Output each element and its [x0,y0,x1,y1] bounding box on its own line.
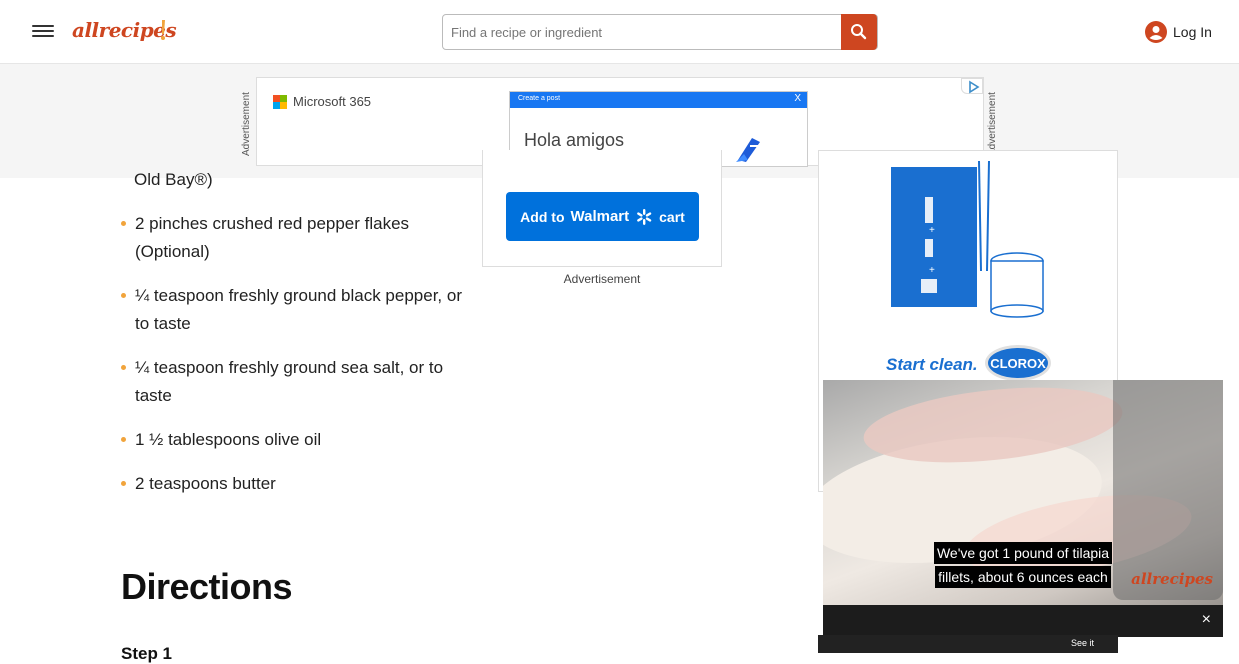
ingredient-partial: Old Bay®) [134,170,213,189]
search-button[interactable] [841,14,877,50]
clorox-product-panel: + + [891,167,977,307]
bullet-icon [121,365,126,370]
microsoft-logo: Microsoft 365 [273,94,371,109]
video-caption: We've got 1 pound of tilapia fillets, ab… [927,542,1119,590]
search-icon [851,24,867,40]
video-watermark: allrecipes [1131,570,1213,588]
microsoft-brand: Microsoft 365 [293,94,372,109]
walmart-spark-icon [637,208,652,225]
add-to-label: Add to [520,208,565,225]
ingredient-item: 2 pinches crushed red pepper flakes (Opt… [121,210,471,266]
designer-logo-icon [736,138,760,162]
ingredient-text: 2 teaspoons butter [135,474,276,493]
ingredient-text: ¼ teaspoon freshly ground black pepper, … [135,286,462,333]
login-button[interactable]: Log In [1145,21,1212,43]
login-label: Log In [1173,24,1212,40]
walmart-widget: Add to Walmart cart [482,150,722,267]
microsoft-windows-icon [273,94,287,109]
step-label: Step 1 [121,644,173,663]
svg-text:+: + [929,265,935,276]
floating-video-player[interactable]: We've got 1 pound of tilapia fillets, ab… [823,380,1223,637]
ad-label-right: Advertisement [987,92,998,156]
walmart-brand: Walmart [570,208,630,225]
site-header: allrecipes Log In [0,0,1239,64]
ad-post-text: Hola amigos [524,130,625,150]
ingredient-text: 1 ½ tablespoons olive oil [135,430,322,449]
ad-post-header-label: Create a post [518,95,561,102]
ingredient-text: 2 pinches crushed red pepper flakes (Opt… [135,214,410,261]
bullet-icon [121,481,126,486]
logo-chef-hat-icon [161,20,165,40]
svg-text:+: + [929,225,935,236]
ingredient-item: 2 teaspoons butter [121,470,471,498]
video-control-bar: × [823,605,1223,637]
ingredient-item: ¼ teaspoon freshly ground sea salt, or t… [121,354,471,410]
clorox-tagline: Start clean. [886,355,978,374]
cart-label: cart [659,208,685,225]
caption-line-1: We've got 1 pound of tilapia [933,542,1113,564]
clorox-logo: CLOROX [985,345,1051,381]
ad-post-header: Create a post X [510,92,807,108]
search-input[interactable] [443,15,843,49]
hamburger-menu-icon[interactable] [32,22,54,42]
directions-heading: Directions [121,566,293,607]
user-account-icon [1145,21,1167,43]
adchoices-icon[interactable] [961,78,983,94]
bullet-icon [121,221,126,226]
bullet-icon [121,293,126,298]
bottom-ad-cta: See it [1070,638,1094,648]
ingredients-list: 2 pinches crushed red pepper flakes (Opt… [121,210,471,514]
bullet-icon [121,437,126,442]
ad-label-left: Advertisement [241,92,252,156]
ingredient-item: 1 ½ tablespoons olive oil [121,426,471,454]
bottom-right-ad[interactable]: See it [818,635,1118,653]
clorox-tub-icon [978,161,1044,318]
ad-post-close: X [794,93,801,104]
search-bar [442,14,878,50]
walmart-ad-label: Advertisement [563,272,641,286]
ingredient-text: ¼ teaspoon freshly ground sea salt, or t… [135,358,444,405]
add-to-walmart-cart-button[interactable]: Add to Walmart cart [506,192,699,241]
caption-line-2: fillets, about 6 ounces each [935,566,1111,588]
close-video-icon[interactable]: × [1202,611,1211,629]
ingredient-item: ¼ teaspoon freshly ground black pepper, … [121,282,471,338]
